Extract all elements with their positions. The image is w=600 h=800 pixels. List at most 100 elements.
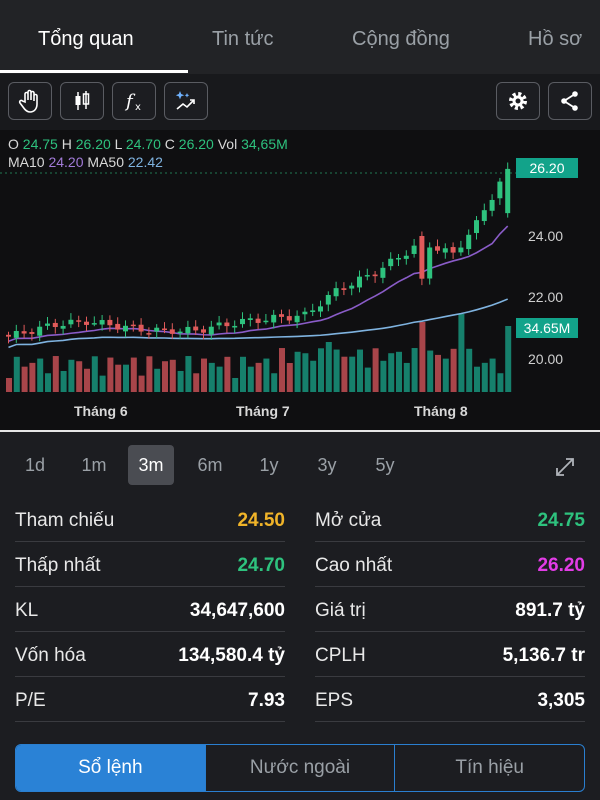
ma10-value: 24.20 — [48, 154, 84, 170]
stat-label: CPLH — [315, 645, 366, 666]
volume-bar — [349, 356, 356, 392]
month-label-august: Tháng 8 — [414, 403, 468, 419]
volume-bar — [325, 342, 332, 392]
volume-bar — [60, 370, 67, 392]
stat-value: 24.75 — [537, 510, 585, 531]
volume-bar — [294, 351, 301, 392]
candle-body — [380, 267, 386, 278]
stat-label: Cao nhất — [315, 555, 393, 576]
volume-bar — [13, 356, 20, 392]
candle-body — [247, 318, 253, 321]
ai-analysis-button[interactable] — [164, 82, 208, 120]
candle-body — [216, 322, 222, 326]
candle-body — [403, 255, 409, 259]
timeframe-1d[interactable]: 1d — [14, 445, 56, 485]
candle-body — [310, 310, 316, 313]
chart-settings-button[interactable] — [496, 82, 540, 120]
candle-body — [450, 247, 456, 253]
candlestick-icon — [75, 91, 90, 110]
close-value: 26.20 — [178, 136, 214, 152]
stat-label: Tham chiếu — [15, 510, 115, 531]
volume-bar — [419, 322, 426, 392]
stat-label: Thấp nhất — [15, 555, 101, 576]
stat-value: 5,136.7 tr — [502, 645, 585, 666]
stat-value: 34,647,600 — [189, 600, 285, 621]
candle-body — [435, 246, 440, 251]
volume-bar — [232, 377, 239, 392]
candle-body — [481, 210, 487, 222]
volume-bar — [481, 362, 488, 392]
candle-body — [177, 331, 183, 334]
candle-body — [302, 311, 308, 315]
volume-bar — [357, 349, 363, 392]
timeframe-3y[interactable]: 3y — [306, 445, 348, 485]
ma10-label: MA10 — [8, 154, 45, 170]
svg-text:x: x — [135, 102, 141, 113]
tab-cong-dong[interactable]: Cộng đồng — [352, 28, 450, 51]
expand-icon[interactable] — [552, 454, 578, 480]
candle-body — [224, 322, 230, 327]
candle-body — [341, 288, 347, 290]
candle-body — [411, 245, 417, 254]
candle-body — [427, 247, 433, 279]
tab-tin-tuc[interactable]: Tin tức — [212, 28, 274, 51]
timeframe-5y[interactable]: 5y — [364, 445, 406, 485]
candle-body — [458, 247, 464, 253]
tab-so-lenh[interactable]: Sổ lệnh — [16, 745, 205, 791]
candle-body — [21, 331, 27, 334]
candle-body — [294, 315, 300, 323]
share-button[interactable] — [548, 82, 592, 120]
candle-body — [115, 323, 121, 330]
volume-bar — [185, 356, 192, 392]
volume-bar — [255, 362, 262, 392]
volume-bar — [247, 366, 254, 392]
stat-value: 134,580.4 tỷ — [178, 645, 285, 666]
price-tick-24: 24.00 — [528, 228, 564, 244]
stat-value: 26.20 — [537, 555, 585, 576]
candle-body — [60, 325, 66, 329]
candle-body — [349, 285, 355, 289]
ma50-label: MA50 — [87, 154, 124, 170]
candlestick-type-button[interactable] — [60, 82, 104, 120]
stat-label: Vốn hóa — [15, 645, 86, 666]
hand-tool-button[interactable] — [8, 82, 52, 120]
candle-body — [162, 328, 167, 331]
volume-bar — [302, 353, 309, 392]
timeframe-1m[interactable]: 1m — [72, 445, 116, 485]
stat-cplh: CPLH 5,136.7 tr — [315, 633, 585, 677]
open-label: O — [8, 136, 19, 152]
tab-tong-quan[interactable]: Tổng quan — [38, 28, 134, 51]
stat-label: Mở cửa — [315, 510, 382, 531]
tab-ho-so[interactable]: Hồ sơ — [528, 28, 582, 51]
stat-cao-nhat: Cao nhất 26.20 — [315, 543, 585, 587]
price-chart[interactable]: O 24.75 H 26.20 L 24.70 C 26.20 Vol 34,6… — [0, 130, 600, 430]
candle-body — [497, 181, 503, 199]
candle-body — [419, 236, 425, 279]
hand-icon — [18, 89, 38, 113]
stat-gia-tri: Giá trị 891.7 tỷ — [315, 588, 585, 632]
ohlc-readout: O 24.75 H 26.20 L 24.70 C 26.20 Vol 34,6… — [8, 136, 288, 152]
top-tab-bar: Tổng quan Tin tức Cộng đồng Hồ sơ — [0, 0, 600, 74]
timeframe-1y[interactable]: 1y — [248, 445, 290, 485]
volume-bar — [91, 356, 98, 392]
volume-bar — [380, 360, 387, 392]
timeframe-3m[interactable]: 3m — [128, 445, 174, 485]
indicator-function-button[interactable]: f x — [112, 82, 156, 120]
candle-body — [169, 329, 175, 334]
volume-bar — [216, 366, 223, 392]
stat-label: P/E — [15, 690, 46, 711]
volume-bar — [177, 370, 184, 392]
open-value: 24.75 — [22, 136, 58, 152]
tab-nuoc-ngoai[interactable]: Nước ngoài — [204, 745, 395, 791]
candle-body — [240, 318, 245, 325]
tab-tin-hieu[interactable]: Tín hiệu — [394, 745, 584, 791]
volume-bar — [162, 361, 168, 392]
stat-pe: P/E 7.93 — [15, 678, 285, 722]
timeframe-6m[interactable]: 6m — [188, 445, 232, 485]
candle-body — [138, 324, 144, 332]
stat-tham-chieu: Tham chiếu 24.50 — [15, 498, 285, 542]
candles — [6, 162, 511, 344]
stat-mo-cua: Mở cửa 24.75 — [315, 498, 585, 542]
month-label-july: Tháng 7 — [236, 403, 290, 419]
bottom-tab-bar: Sổ lệnh Nước ngoài Tín hiệu — [15, 744, 585, 792]
